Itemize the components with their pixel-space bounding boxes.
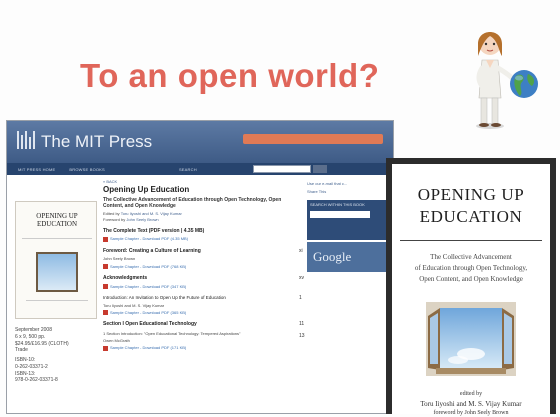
pdf-icon bbox=[103, 283, 108, 289]
toc-page-number: xv bbox=[299, 275, 304, 282]
mit-press-logo-icon bbox=[17, 131, 37, 149]
cover-editors: edited by Toru Iiyoshi and M. S. Vijay K… bbox=[420, 391, 522, 416]
mit-press-webpage-screenshot: The MIT Press MIT PRESS HOME BROWSE BOOK… bbox=[6, 120, 394, 414]
book-price: $24.95/£16.95 (CLOTH) bbox=[15, 340, 69, 347]
thumbnail-window-image bbox=[36, 252, 78, 292]
site-name: The MIT Press bbox=[41, 132, 153, 151]
isbn10-label: ISBN-10: bbox=[15, 357, 36, 363]
search-input[interactable] bbox=[253, 165, 311, 173]
site-nav: MIT PRESS HOME BROWSE BOOKS SEARCH bbox=[7, 163, 393, 175]
nav-item-search[interactable]: SEARCH bbox=[174, 167, 202, 172]
pub-date: September 2008 bbox=[15, 327, 52, 333]
toc-page-number: xi bbox=[299, 247, 303, 254]
search-within-book-label: SEARCH WITHIN THIS BOOK bbox=[310, 202, 365, 207]
email-link[interactable]: Use our e-mail that c... bbox=[307, 181, 389, 186]
cover-subtitle: The Collective Advancement of Education … bbox=[414, 253, 528, 283]
toc-page-number: 1 bbox=[299, 294, 302, 301]
google-logo: Google bbox=[307, 242, 389, 272]
toc-item-title: Section I Open Educational Technology bbox=[103, 321, 197, 328]
book-subtitle: The Collective Advancement of Education … bbox=[103, 196, 282, 210]
cover-title: OPENING UP EDUCATION bbox=[417, 185, 525, 227]
editors-link[interactable]: Toru Iiyoshi and M. S. Vijay Kumar bbox=[121, 211, 182, 216]
thumbnail-title: OPENING UP EDUCATION bbox=[36, 212, 78, 229]
isbn13-value: 978-0-262-03371-8 bbox=[15, 377, 58, 384]
person-with-globe-illustration bbox=[476, 32, 538, 129]
foreword-author-link[interactable]: John Seely Brown bbox=[126, 217, 158, 222]
complete-text-heading: The Complete Text (PDF version | 4.35 MB… bbox=[103, 227, 205, 234]
pdf-icon bbox=[103, 345, 108, 351]
book-details: « BACK Opening Up Education The Collecti… bbox=[103, 179, 305, 351]
download-link[interactable]: Sample Chapter - Download PDF (768 KB) bbox=[103, 264, 303, 270]
toc-item-title: 1 Section Introduction: "Open Educationa… bbox=[103, 330, 241, 336]
back-link[interactable]: « BACK bbox=[103, 179, 303, 184]
search-within-book-panel: SEARCH WITHIN THIS BOOK bbox=[307, 200, 389, 240]
download-link[interactable]: Sample Chapter - Download PDF (347 KB) bbox=[103, 284, 303, 289]
isbn10-value: 0-262-03371-2 bbox=[15, 363, 48, 370]
nav-item-browse[interactable]: BROWSE BOOKS bbox=[64, 167, 110, 172]
download-link[interactable]: Sample Chapter - Download PDF (365 KB) bbox=[103, 310, 303, 316]
sidebar: Use our e-mail that c... Share This SEAR… bbox=[307, 181, 389, 272]
toc-item-title: Acknowledgments bbox=[103, 275, 148, 282]
share-this-link[interactable]: Share This bbox=[307, 189, 389, 194]
book-type: Trade bbox=[15, 347, 28, 354]
download-link[interactable]: Sample Chapter - Download PDF (4.35 MB) bbox=[103, 236, 303, 242]
presentation-slide: To an open world? The MIT Press MIT PRES… bbox=[0, 0, 560, 417]
pdf-icon bbox=[103, 236, 108, 242]
toc-item-author: Toru Iiyoshi and M. S. Vijay Kumar bbox=[103, 302, 165, 308]
foreword-line: Foreword by John Seely Brown bbox=[103, 216, 159, 222]
search-go-button[interactable] bbox=[313, 165, 327, 173]
book-title: Opening Up Education bbox=[103, 185, 190, 195]
open-window-illustration bbox=[426, 302, 516, 376]
toc-page-number: 11 bbox=[299, 321, 305, 328]
edited-by-line: Edited by Toru Iiyoshi and M. S. Vijay K… bbox=[103, 210, 182, 216]
site-header: The MIT Press bbox=[7, 121, 393, 163]
thumbnail-rule bbox=[22, 238, 92, 248]
pdf-icon bbox=[103, 264, 108, 270]
toc-item-title: Introduction: An Invitation to Open Up t… bbox=[103, 294, 226, 300]
download-link[interactable]: Sample Chapter - Download PDF (171 KB) bbox=[103, 345, 303, 351]
book-metadata: September 2008 6 x 9, 500 pp. $24.95/£16… bbox=[15, 327, 95, 384]
book-cover: OPENING UP EDUCATION The Collective Advan… bbox=[386, 158, 556, 416]
pdf-icon bbox=[103, 310, 108, 316]
toc-item-author: Owen McGrath bbox=[103, 338, 130, 344]
cover-rule-top bbox=[400, 240, 542, 241]
nav-item-home[interactable]: MIT PRESS HOME bbox=[13, 167, 60, 172]
isbn13-label: ISBN-13: bbox=[15, 370, 36, 377]
header-promo-button[interactable] bbox=[243, 134, 383, 144]
book-size: 6 x 9, 500 pp. bbox=[15, 333, 46, 340]
slide-title: To an open world? bbox=[80, 57, 380, 94]
toc-item-author: John Seely Brown bbox=[103, 256, 136, 262]
toc-item-title: Foreword: Creating a Culture of Learning bbox=[103, 247, 201, 254]
thumbnail-footer-rule bbox=[26, 300, 88, 308]
search-within-book-input[interactable] bbox=[310, 211, 370, 218]
book-cover-thumbnail[interactable]: OPENING UP EDUCATION bbox=[15, 201, 97, 319]
